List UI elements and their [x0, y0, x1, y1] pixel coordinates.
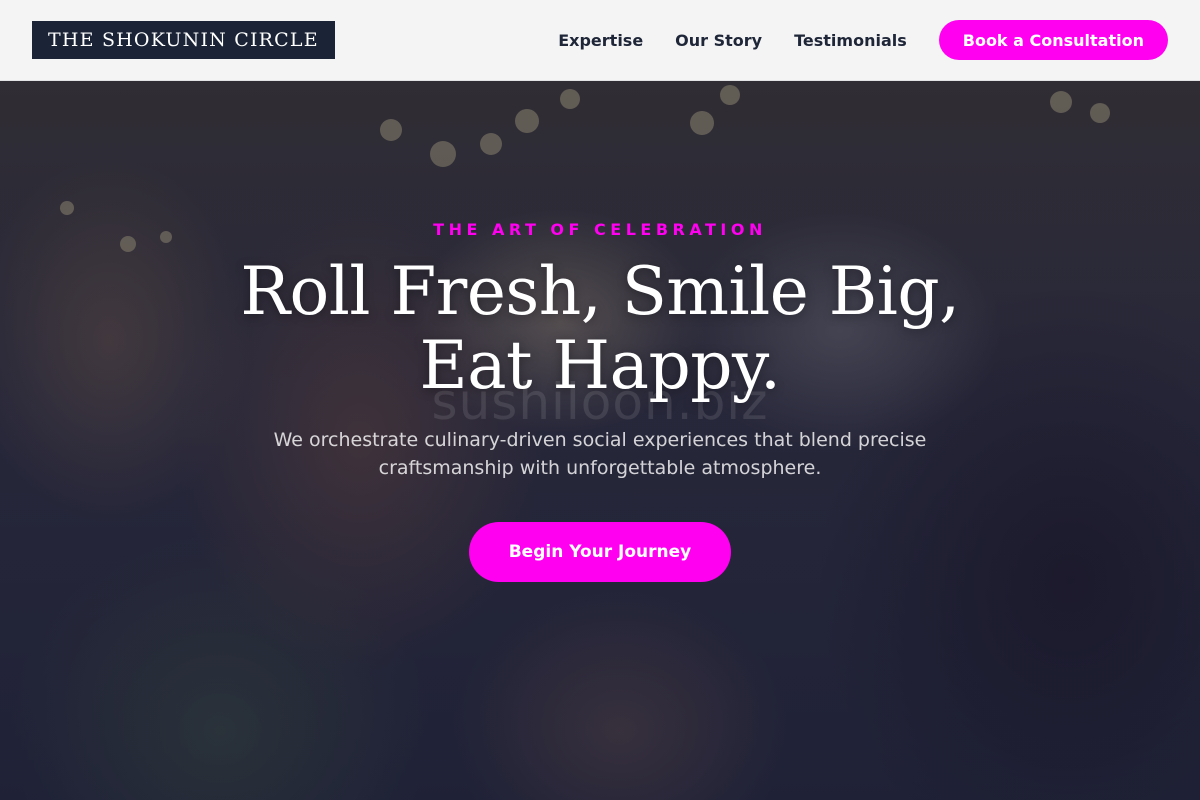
watermark-text: sushiloon.biz [431, 373, 769, 431]
site-header: THE SHOKUNIN CIRCLE Expertise Our Story … [0, 0, 1200, 81]
nav-link-our-story[interactable]: Our Story [675, 31, 762, 50]
book-consultation-button[interactable]: Book a Consultation [938, 20, 1168, 60]
hero-eyebrow: THE ART OF CELEBRATION [433, 220, 767, 239]
main-nav: Expertise Our Story Testimonials Book a … [558, 20, 1168, 60]
hero-section: THE ART OF CELEBRATION Roll Fresh, Smile… [0, 81, 1200, 800]
nav-link-expertise[interactable]: Expertise [558, 31, 643, 50]
nav-link-testimonials[interactable]: Testimonials [794, 31, 907, 50]
begin-journey-button[interactable]: Begin Your Journey [469, 522, 731, 582]
hero-subtitle: We orchestrate culinary-driven social ex… [273, 429, 927, 479]
brand-logo[interactable]: THE SHOKUNIN CIRCLE [32, 21, 335, 59]
